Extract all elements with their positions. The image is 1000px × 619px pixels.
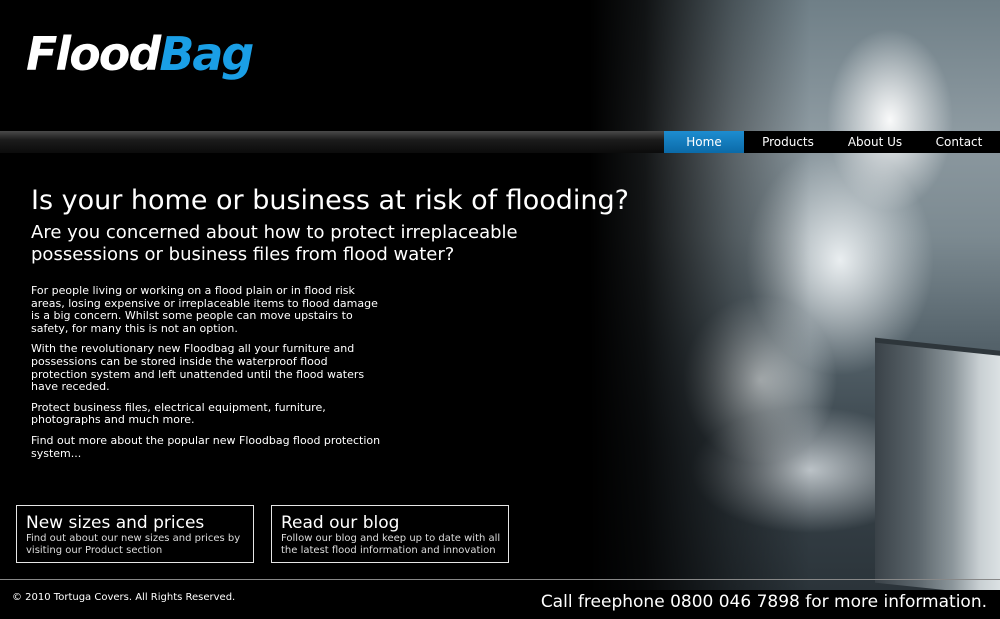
nav-home[interactable]: Home — [664, 131, 744, 153]
nav-products[interactable]: Products — [744, 131, 832, 153]
sea-wall — [875, 342, 1000, 590]
intro-paragraph-3: Protect business files, electrical equip… — [31, 400, 326, 427]
intro-text: For people living or working on a flood … — [31, 284, 381, 468]
page: FloodBag Home Products About Us Contact … — [0, 0, 1000, 619]
promo-new-sizes-text: Find out about our new sizes and prices … — [26, 533, 241, 556]
nav-about-us[interactable]: About Us — [832, 131, 918, 153]
photo-fade — [590, 0, 810, 590]
intro-paragraph-1: For people living or working on a flood … — [31, 284, 378, 335]
footer-divider — [0, 579, 1000, 580]
promo-blog-title: Read our blog — [281, 513, 400, 533]
intro-paragraph-4[interactable]: Find out more about the popular new Floo… — [31, 434, 381, 460]
promo-new-sizes-title: New sizes and prices — [26, 513, 205, 533]
hero-subheadline: Are you concerned about how to protect i… — [31, 222, 518, 265]
copyright: © 2010 Tortuga Covers. All Rights Reserv… — [12, 592, 236, 603]
intro-paragraph-2: With the revolutionary new Floodbag all … — [31, 342, 365, 394]
hero-wave-photo — [590, 0, 1000, 590]
nav-contact[interactable]: Contact — [918, 131, 1000, 153]
main-nav: Home Products About Us Contact — [664, 131, 1000, 153]
logo-part-bag: Bag — [159, 27, 254, 81]
promo-blog-text: Follow our blog and keep up to date with… — [281, 533, 501, 556]
hero-headline: Is your home or business at risk of floo… — [31, 185, 629, 216]
call-freephone: Call freephone 0800 046 7898 for more in… — [540, 592, 987, 612]
logo-part-flood: Flood — [26, 27, 161, 81]
promo-new-sizes[interactable]: New sizes and prices Find out about our … — [16, 505, 254, 563]
floodbag-logo[interactable]: FloodBag — [26, 24, 254, 84]
promo-blog[interactable]: Read our blog Follow our blog and keep u… — [271, 505, 509, 563]
